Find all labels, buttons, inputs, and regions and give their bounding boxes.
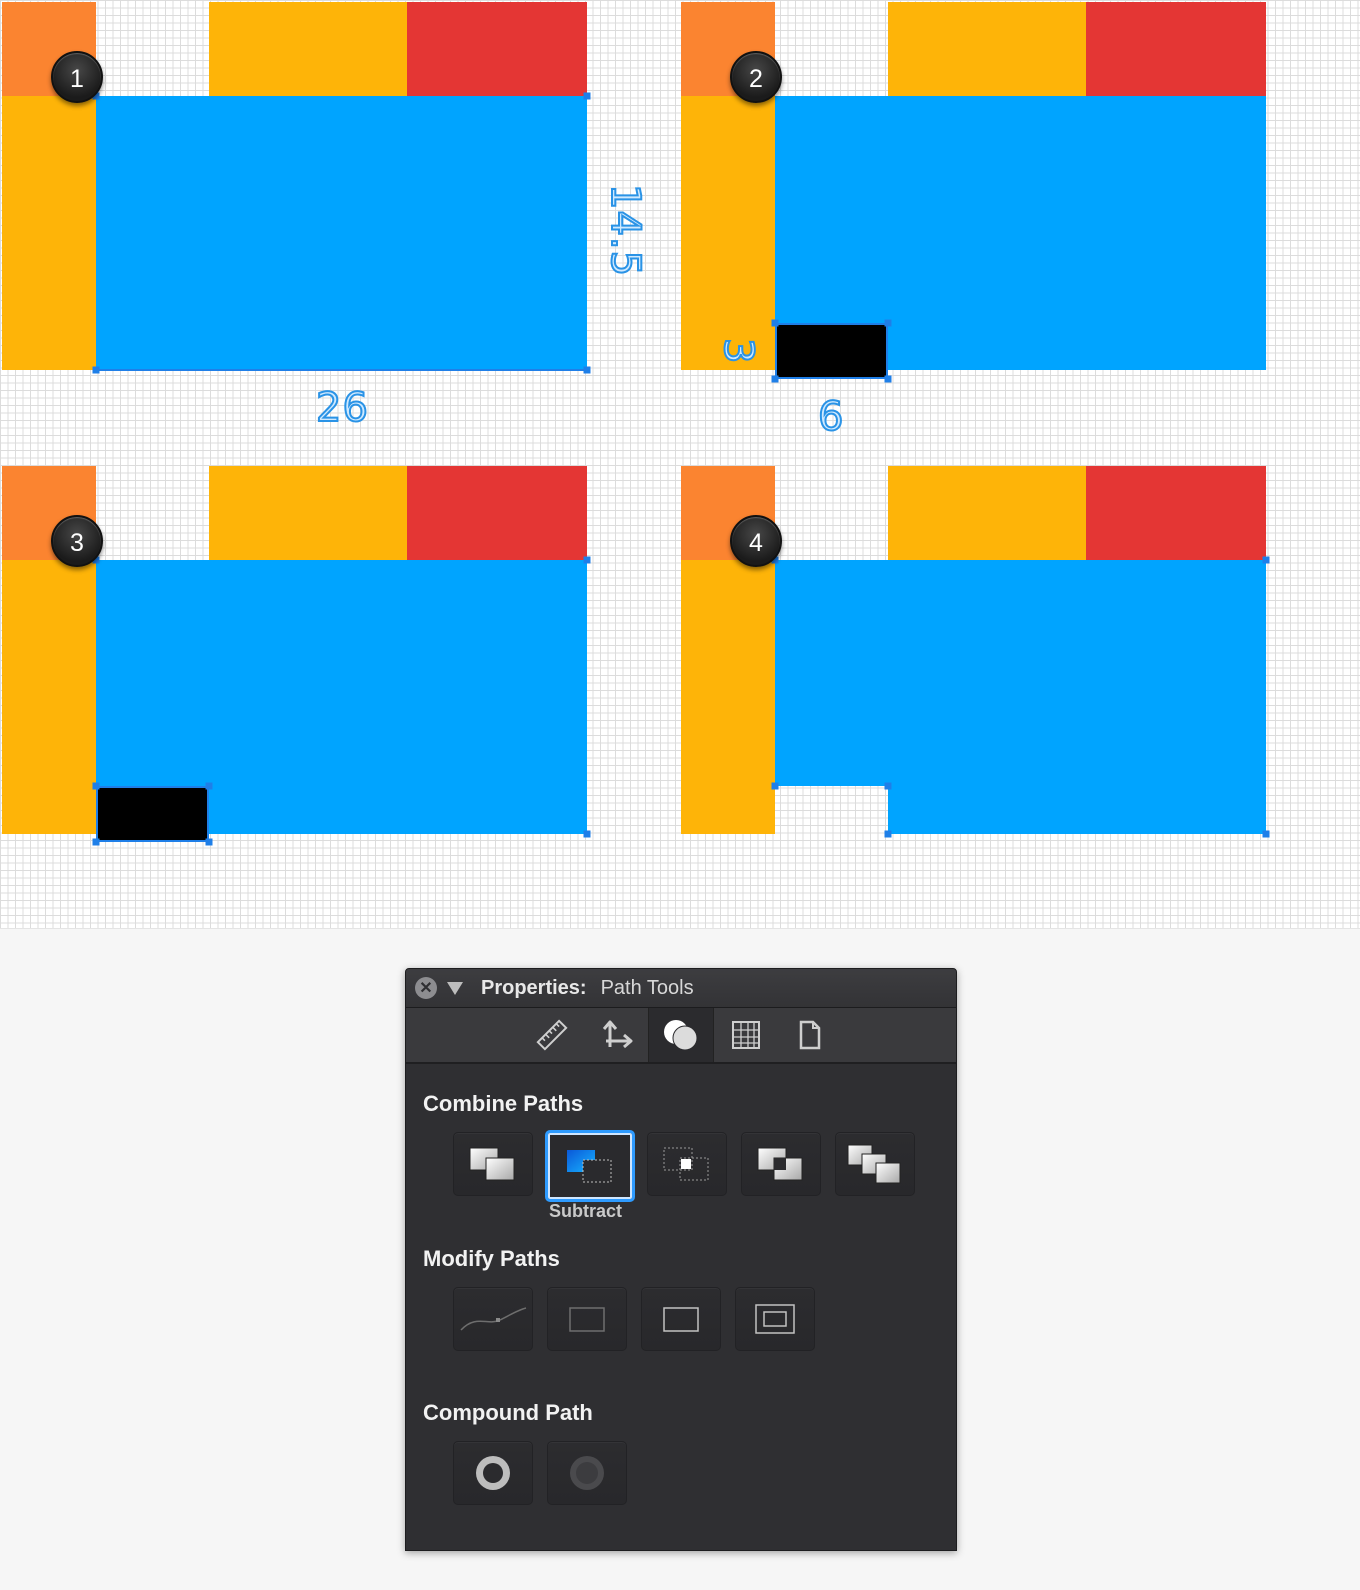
- ruler-icon: [536, 1019, 568, 1051]
- selection-handle[interactable]: [771, 319, 779, 327]
- make-compound-button[interactable]: [453, 1441, 533, 1505]
- blue-notched-shape[interactable]: [775, 560, 1266, 786]
- amber-bar-top: [888, 2, 1086, 96]
- add-icon: [469, 1147, 515, 1181]
- collapse-triangle-icon[interactable]: [447, 981, 463, 995]
- selection-handle[interactable]: [1262, 830, 1270, 838]
- height-dimension-label: 14.5: [601, 183, 649, 278]
- selected-tool-caption: Subtract: [549, 1201, 623, 1221]
- amber-bar-left: [2, 96, 96, 370]
- transform-icon: [602, 1020, 633, 1049]
- modify-outline-stroke-button[interactable]: [547, 1287, 627, 1351]
- selection-handle[interactable]: [92, 782, 100, 790]
- smooth-icon: [460, 1307, 527, 1331]
- combine-paths-title: Combine Paths: [423, 1091, 584, 1116]
- small-height-dimension-label: 3: [714, 337, 762, 365]
- panel-title: Properties:: [481, 976, 587, 999]
- selection-handle[interactable]: [205, 838, 213, 846]
- combine-intersect-button[interactable]: [647, 1132, 727, 1196]
- step-badge-1: 1: [51, 51, 103, 103]
- modify-paths-title: Modify Paths: [423, 1246, 560, 1271]
- combine-divide-button[interactable]: [835, 1132, 915, 1196]
- exclude-icon: [757, 1147, 803, 1181]
- blue-rectangle[interactable]: [96, 96, 587, 370]
- release-compound-icon: [570, 1456, 604, 1490]
- modify-offset-button[interactable]: [641, 1287, 721, 1351]
- amber-bar-left: [2, 560, 96, 834]
- compound-path-title: Compound Path: [423, 1400, 593, 1425]
- panel-titlebar[interactable]: ✕ Properties: Path Tools: [406, 969, 956, 1008]
- properties-panel: ✕ Properties: Path Tools Combine Paths S…: [405, 968, 957, 1551]
- release-compound-button[interactable]: [547, 1441, 627, 1505]
- path-tools-icon: [664, 1020, 698, 1051]
- amber-bar-left: [681, 96, 775, 370]
- selection-handle[interactable]: [884, 782, 892, 790]
- subtract-icon: [567, 1150, 612, 1183]
- step-badge-4: 4: [730, 515, 782, 567]
- amber-bar-top: [209, 2, 407, 96]
- selection-handle[interactable]: [583, 92, 591, 100]
- selection-handle[interactable]: [771, 375, 779, 383]
- tab-transform[interactable]: [584, 1008, 648, 1062]
- selection-handle[interactable]: [771, 782, 779, 790]
- selection-handle[interactable]: [583, 830, 591, 838]
- design-canvas: 1 14.5 26 2 3 6 3 4: [0, 0, 1360, 929]
- combine-add-button[interactable]: [453, 1132, 533, 1196]
- outline-stroke-icon: [569, 1307, 605, 1332]
- red-bar-top: [407, 2, 587, 96]
- selection-edge: [96, 369, 587, 371]
- small-width-dimension-label: 6: [817, 394, 845, 440]
- red-bar-top: [407, 466, 587, 560]
- combine-subtract-button[interactable]: [545, 1130, 635, 1202]
- selection-handle[interactable]: [92, 838, 100, 846]
- tab-document[interactable]: [778, 1008, 842, 1062]
- blue-notched-shape-lower: [888, 786, 1266, 834]
- amber-bar-left: [681, 560, 775, 834]
- combine-exclude-button[interactable]: [741, 1132, 821, 1196]
- grid-icon: [732, 1021, 760, 1049]
- selection-handle[interactable]: [884, 830, 892, 838]
- selection-handle[interactable]: [884, 375, 892, 383]
- document-icon: [799, 1020, 821, 1050]
- close-icon[interactable]: ✕: [415, 977, 437, 999]
- modify-smooth-button[interactable]: [453, 1287, 533, 1351]
- step-badge-2: 2: [730, 51, 782, 103]
- amber-bar-top: [209, 466, 407, 560]
- black-cutter-rectangle[interactable]: [775, 323, 888, 379]
- red-bar-top: [1086, 466, 1266, 560]
- black-cutter-rectangle[interactable]: [96, 786, 209, 842]
- intersect-icon: [663, 1147, 709, 1181]
- width-dimension-label: 26: [315, 385, 369, 431]
- modify-inset-button[interactable]: [735, 1287, 815, 1351]
- offset-icon: [663, 1307, 699, 1332]
- tab-grid[interactable]: [714, 1008, 778, 1062]
- red-bar-top: [1086, 2, 1266, 96]
- tab-ruler[interactable]: [520, 1008, 584, 1062]
- panel-subtitle: Path Tools: [600, 976, 694, 999]
- selection-handle[interactable]: [1262, 556, 1270, 564]
- make-compound-icon: [476, 1456, 510, 1490]
- amber-bar-top: [888, 466, 1086, 560]
- selection-handle[interactable]: [583, 556, 591, 564]
- divide-icon: [847, 1144, 901, 1184]
- tab-path-tools[interactable]: [648, 1008, 714, 1062]
- selection-handle[interactable]: [205, 782, 213, 790]
- step-badge-3: 3: [51, 515, 103, 567]
- panel-tabbar: [406, 1008, 956, 1064]
- inset-icon: [755, 1304, 795, 1334]
- selection-handle[interactable]: [884, 319, 892, 327]
